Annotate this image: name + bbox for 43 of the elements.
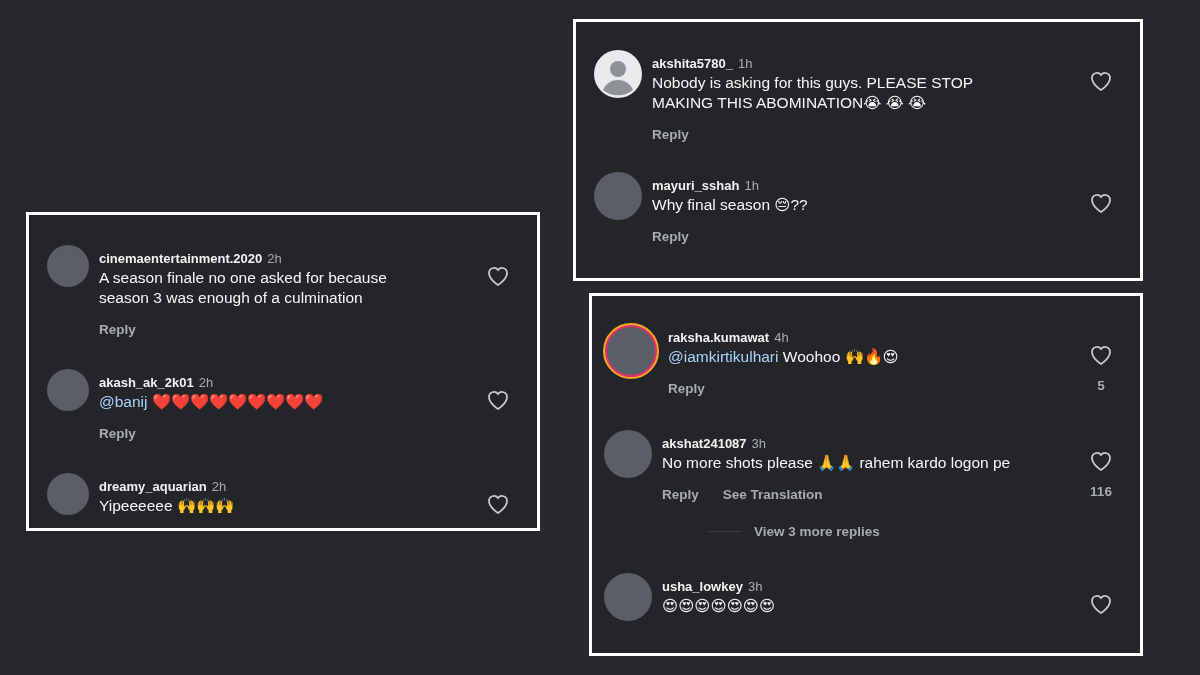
like-count: 116 xyxy=(1090,484,1112,499)
comment-time: 1h xyxy=(744,178,759,193)
comment-time: 2h xyxy=(198,375,214,390)
comment-time: 3h xyxy=(751,436,767,451)
reply-link[interactable]: Reply xyxy=(668,381,705,396)
username[interactable]: akshita5780_ xyxy=(652,56,733,71)
heart-icon[interactable] xyxy=(1089,450,1113,472)
reply-link[interactable]: Reply xyxy=(652,229,689,244)
heart-icon[interactable] xyxy=(486,389,510,411)
comment-time: 3h xyxy=(747,579,763,594)
comment-text: @banij ❤❤❤❤❤❤❤❤❤ xyxy=(99,392,324,412)
reply-link[interactable]: Reply xyxy=(652,127,689,142)
avatar-photo-placeholder[interactable] xyxy=(604,324,658,378)
heart-icon[interactable] xyxy=(1089,192,1113,214)
heart-icon[interactable] xyxy=(486,265,510,287)
view-replies-link[interactable]: View 3 more replies xyxy=(754,524,880,539)
username[interactable]: dreamy_aquarian xyxy=(99,479,207,494)
comment-text: @iamkirtikulhari Woohoo 🙌🔥😍 xyxy=(668,347,900,367)
username[interactable]: akash_ak_2k01 xyxy=(99,375,194,390)
comment-text: A season finale no one asked for because season 3 was enough of a culmination xyxy=(99,268,388,308)
comment-text: Nobody is asking for this guys. PLEASE STOP MAKING THIS ABOMINATION😭 😭 😭 xyxy=(652,73,974,113)
heart-icon[interactable] xyxy=(1089,344,1113,366)
username[interactable]: usha_lowkey xyxy=(662,579,743,594)
translation-link[interactable]: See Translation xyxy=(722,487,823,502)
heart-icon[interactable] xyxy=(1089,593,1113,615)
username[interactable]: raksha.kumawat xyxy=(668,330,770,345)
comment-time: 4h xyxy=(774,330,789,345)
comment-time: 2h xyxy=(211,479,227,494)
comment-time: 2h xyxy=(267,251,282,266)
comment-time: 1h xyxy=(737,56,753,71)
username[interactable]: mayuri_sshah xyxy=(652,178,740,193)
heart-icon[interactable] xyxy=(1089,70,1113,92)
reply-link[interactable]: Reply xyxy=(99,322,136,337)
username[interactable]: akshat241087 xyxy=(662,436,747,451)
reply-link[interactable]: Reply xyxy=(99,426,136,441)
comment-text: 😍😍😍😍😍😍😍 xyxy=(662,596,777,616)
comment-text: No more shots please 🙏🙏 rahem kardo logon pe xyxy=(662,453,1012,473)
reply-link[interactable]: Reply xyxy=(662,487,699,502)
heart-icon[interactable] xyxy=(486,493,510,515)
comment-text: Yipeeeeee 🙌🙌🙌 xyxy=(99,496,235,516)
like-count: 5 xyxy=(1097,378,1105,393)
comment-text: Why final season 😔?? xyxy=(652,195,809,215)
username[interactable]: cinemaentertainment.2020 xyxy=(99,251,263,266)
